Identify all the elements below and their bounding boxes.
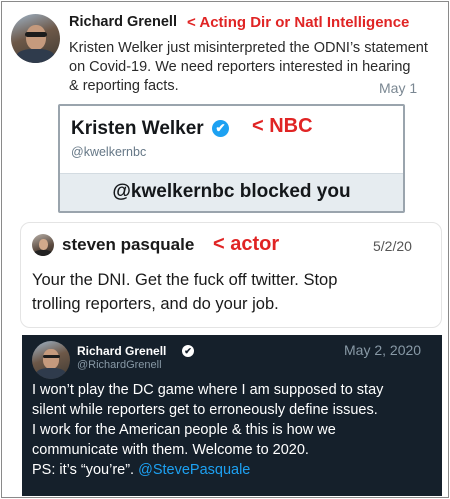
grenell-reply-card: Richard Grenell ✔ @RichardGrenell May 2,… <box>22 335 442 496</box>
verified-badge-icon: ✔ <box>182 345 194 357</box>
grenell-reply-handle[interactable]: @RichardGrenell <box>77 359 162 371</box>
welker-annotation: < NBC <box>252 115 313 137</box>
avatar-shirt <box>35 368 67 379</box>
mention-link[interactable]: @StevePasquale <box>138 462 250 478</box>
tweet-line: communicate with them. Welcome to 2020. <box>32 442 309 458</box>
blocked-banner: @kwelkernbc blocked you <box>60 173 403 211</box>
pasquale-avatar[interactable] <box>32 234 54 256</box>
tweet-line: on Covid-19. We need reporters intereste… <box>69 59 411 75</box>
avatar-sunglasses <box>43 354 60 359</box>
grenell-reply-avatar[interactable] <box>32 341 70 379</box>
avatar-face <box>43 349 60 370</box>
pasquale-name[interactable]: steven pasquale <box>62 235 194 255</box>
pasquale-annotation: < actor <box>213 233 280 255</box>
grenell-reply-text: I won’t play the DC game where I am supp… <box>32 380 437 480</box>
tweet-line: PS: it’s “you’re”. @StevePasquale <box>32 460 437 480</box>
tweet-line: trolling reporters, and do your job. <box>32 295 279 313</box>
grenell-reply-name[interactable]: Richard Grenell <box>77 344 166 358</box>
avatar-shirt <box>15 49 56 63</box>
welker-handle[interactable]: @kwelkernbc <box>71 145 146 159</box>
tweet-line: I won’t play the DC game where I am supp… <box>32 382 384 398</box>
avatar-face <box>25 24 47 51</box>
tweet-line: Your the DNI. Get the fuck off twitter. … <box>32 271 338 289</box>
grenell-annotation: < Acting Dir or Natl Intelligence <box>187 14 410 31</box>
grenell-reply-date[interactable]: May 2, 2020 <box>344 342 421 358</box>
grenell-avatar[interactable] <box>11 14 60 63</box>
grenell-tweet-date[interactable]: May 1 <box>379 80 417 96</box>
avatar-shirt <box>34 249 52 256</box>
welker-name[interactable]: Kristen Welker <box>71 118 204 140</box>
tweet-line: silent while reporters get to erroneousl… <box>32 402 378 418</box>
avatar-face <box>38 238 48 251</box>
blocked-profile-card: Kristen Welker ✔ < NBC @kwelkernbc @kwel… <box>58 104 405 213</box>
pasquale-tweet-card: steven pasquale < actor 5/2/20 Your the … <box>20 222 442 328</box>
pasquale-tweet-date[interactable]: 5/2/20 <box>373 238 412 254</box>
pasquale-tweet-text: Your the DNI. Get the fuck off twitter. … <box>32 268 432 316</box>
tweet-line: Kristen Welker just misinterpreted the O… <box>69 40 428 56</box>
verified-badge-icon: ✔ <box>212 120 229 137</box>
ps-text: PS: it’s “you’re”. <box>32 462 135 478</box>
collage-frame: Richard Grenell < Acting Dir or Natl Int… <box>1 1 449 498</box>
avatar-sunglasses <box>25 31 47 37</box>
tweet-line: I work for the American people & this is… <box>32 422 336 438</box>
blocked-message: @kwelkernbc blocked you <box>112 181 351 202</box>
grenell-name[interactable]: Richard Grenell <box>69 14 177 30</box>
